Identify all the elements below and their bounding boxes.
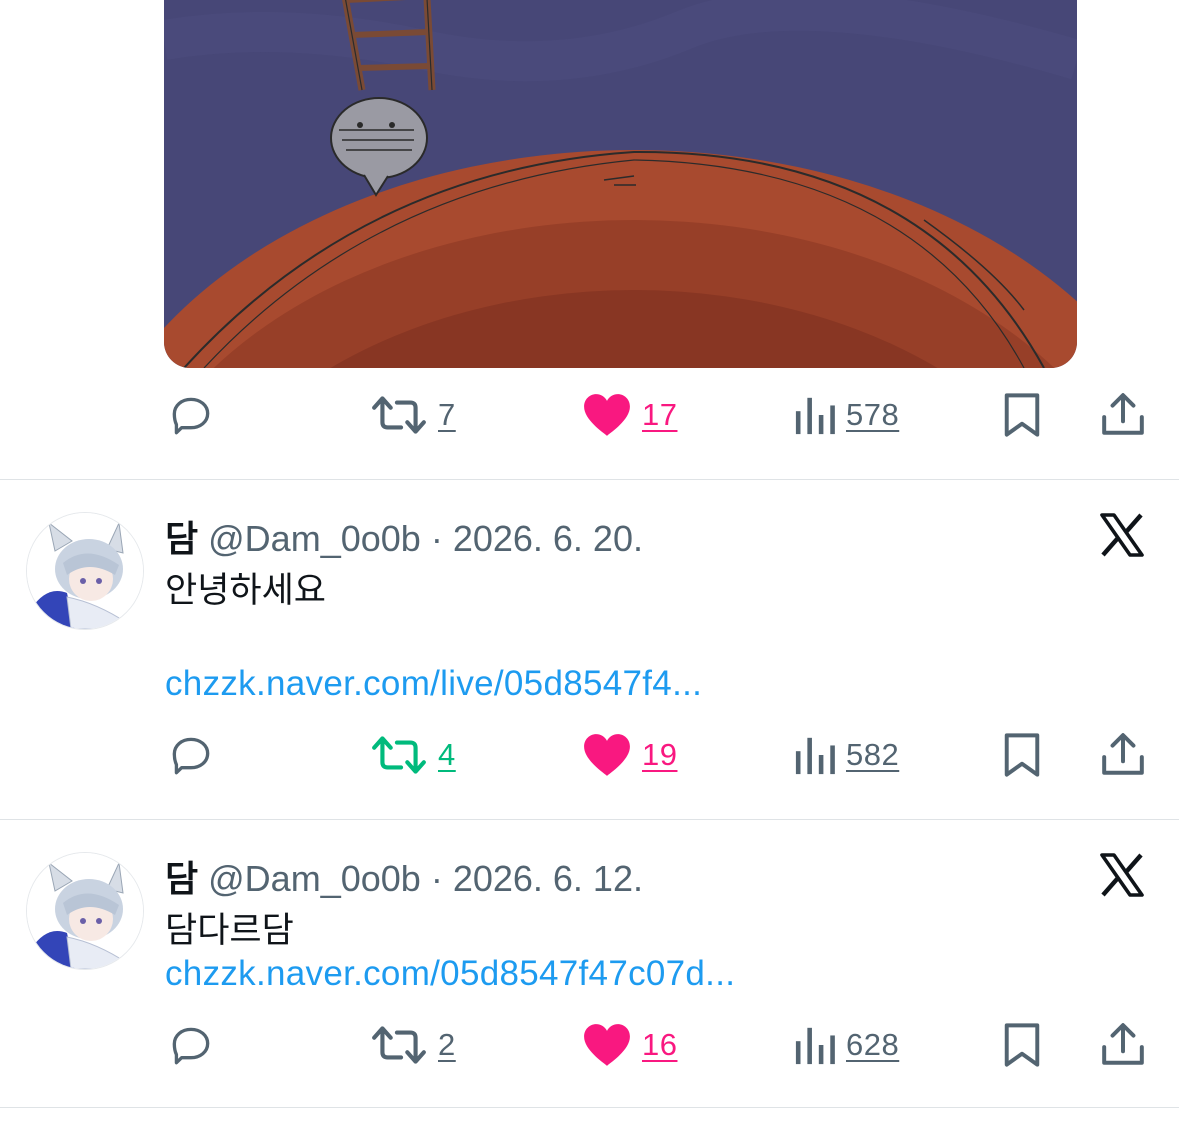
- view-count: 578: [846, 397, 900, 432]
- view-count: 628: [846, 1027, 900, 1062]
- divider: [0, 819, 1179, 820]
- tweet-actions: 2 16 628: [0, 1015, 1179, 1075]
- bookmark-button[interactable]: [1000, 385, 1044, 445]
- bookmark-icon: [1004, 1023, 1040, 1067]
- like-button[interactable]: 19: [582, 725, 677, 785]
- tweet-header: 담 @Dam_0o0b · 2026. 6. 20.: [165, 510, 643, 562]
- meta-separator: ·: [420, 858, 453, 899]
- views-button[interactable]: 628: [794, 1015, 899, 1075]
- bookmark-button[interactable]: [1000, 1015, 1044, 1075]
- meta-separator: ·: [420, 518, 453, 559]
- share-button[interactable]: [1100, 1015, 1146, 1075]
- reply-button[interactable]: [166, 725, 216, 785]
- tweet-actions: 7 17 578: [0, 385, 1179, 445]
- author-handle[interactable]: @Dam_0o0b: [208, 858, 421, 899]
- like-count: 17: [642, 397, 678, 432]
- avatar[interactable]: [26, 852, 144, 970]
- x-logo-icon[interactable]: [1098, 511, 1146, 559]
- tweet-text: 안녕하세요: [165, 571, 327, 610]
- like-count: 16: [642, 1027, 678, 1062]
- author-name[interactable]: 담: [165, 858, 198, 899]
- heart-icon: [584, 394, 630, 436]
- like-button[interactable]: 17: [582, 385, 677, 445]
- avatar[interactable]: [26, 512, 144, 630]
- retweet-icon: [372, 1026, 426, 1064]
- retweet-icon: [372, 736, 426, 774]
- author-name[interactable]: 담: [165, 518, 198, 559]
- heart-icon: [584, 734, 630, 776]
- tweet-media-image[interactable]: [164, 0, 1077, 368]
- retweet-count: 7: [438, 397, 456, 432]
- share-button[interactable]: [1100, 725, 1146, 785]
- heart-icon: [584, 1024, 630, 1066]
- tweet-date[interactable]: 2026. 6. 20.: [453, 518, 643, 559]
- x-logo-icon[interactable]: [1098, 851, 1146, 899]
- author-handle[interactable]: @Dam_0o0b: [208, 518, 421, 559]
- reply-button[interactable]: [166, 385, 216, 445]
- tweet-date[interactable]: 2026. 6. 12.: [453, 858, 643, 899]
- retweet-count: 4: [438, 737, 456, 772]
- divider: [0, 479, 1179, 480]
- tweet-actions: 4 19 582: [0, 725, 1179, 785]
- bookmark-icon: [1004, 393, 1040, 437]
- share-icon: [1102, 733, 1144, 775]
- reply-icon: [172, 397, 210, 435]
- bookmark-button[interactable]: [1000, 725, 1044, 785]
- share-icon: [1102, 1023, 1144, 1065]
- views-button[interactable]: 578: [794, 385, 899, 445]
- views-icon: [795, 397, 835, 435]
- share-icon: [1102, 393, 1144, 435]
- views-button[interactable]: 582: [794, 725, 899, 785]
- tweet-link[interactable]: chzzk.naver.com/live/05d8547f4...: [165, 664, 702, 704]
- like-count: 19: [642, 737, 678, 772]
- retweet-button[interactable]: 2: [370, 1015, 456, 1075]
- retweet-button[interactable]: 4: [370, 725, 456, 785]
- tweet-text: 담다르담: [165, 911, 294, 950]
- retweet-button[interactable]: 7: [370, 385, 456, 445]
- tweet-header: 담 @Dam_0o0b · 2026. 6. 12.: [165, 850, 643, 902]
- reply-button[interactable]: [166, 1015, 216, 1075]
- like-button[interactable]: 16: [582, 1015, 677, 1075]
- divider: [0, 1107, 1179, 1108]
- views-icon: [795, 737, 835, 775]
- reply-icon: [172, 737, 210, 775]
- views-icon: [795, 1027, 835, 1065]
- reply-icon: [172, 1027, 210, 1065]
- view-count: 582: [846, 737, 900, 772]
- retweet-count: 2: [438, 1027, 456, 1062]
- share-button[interactable]: [1100, 385, 1146, 445]
- bookmark-icon: [1004, 733, 1040, 777]
- retweet-icon: [372, 396, 426, 434]
- tweet-link[interactable]: chzzk.naver.com/05d8547f47c07d...: [165, 954, 735, 994]
